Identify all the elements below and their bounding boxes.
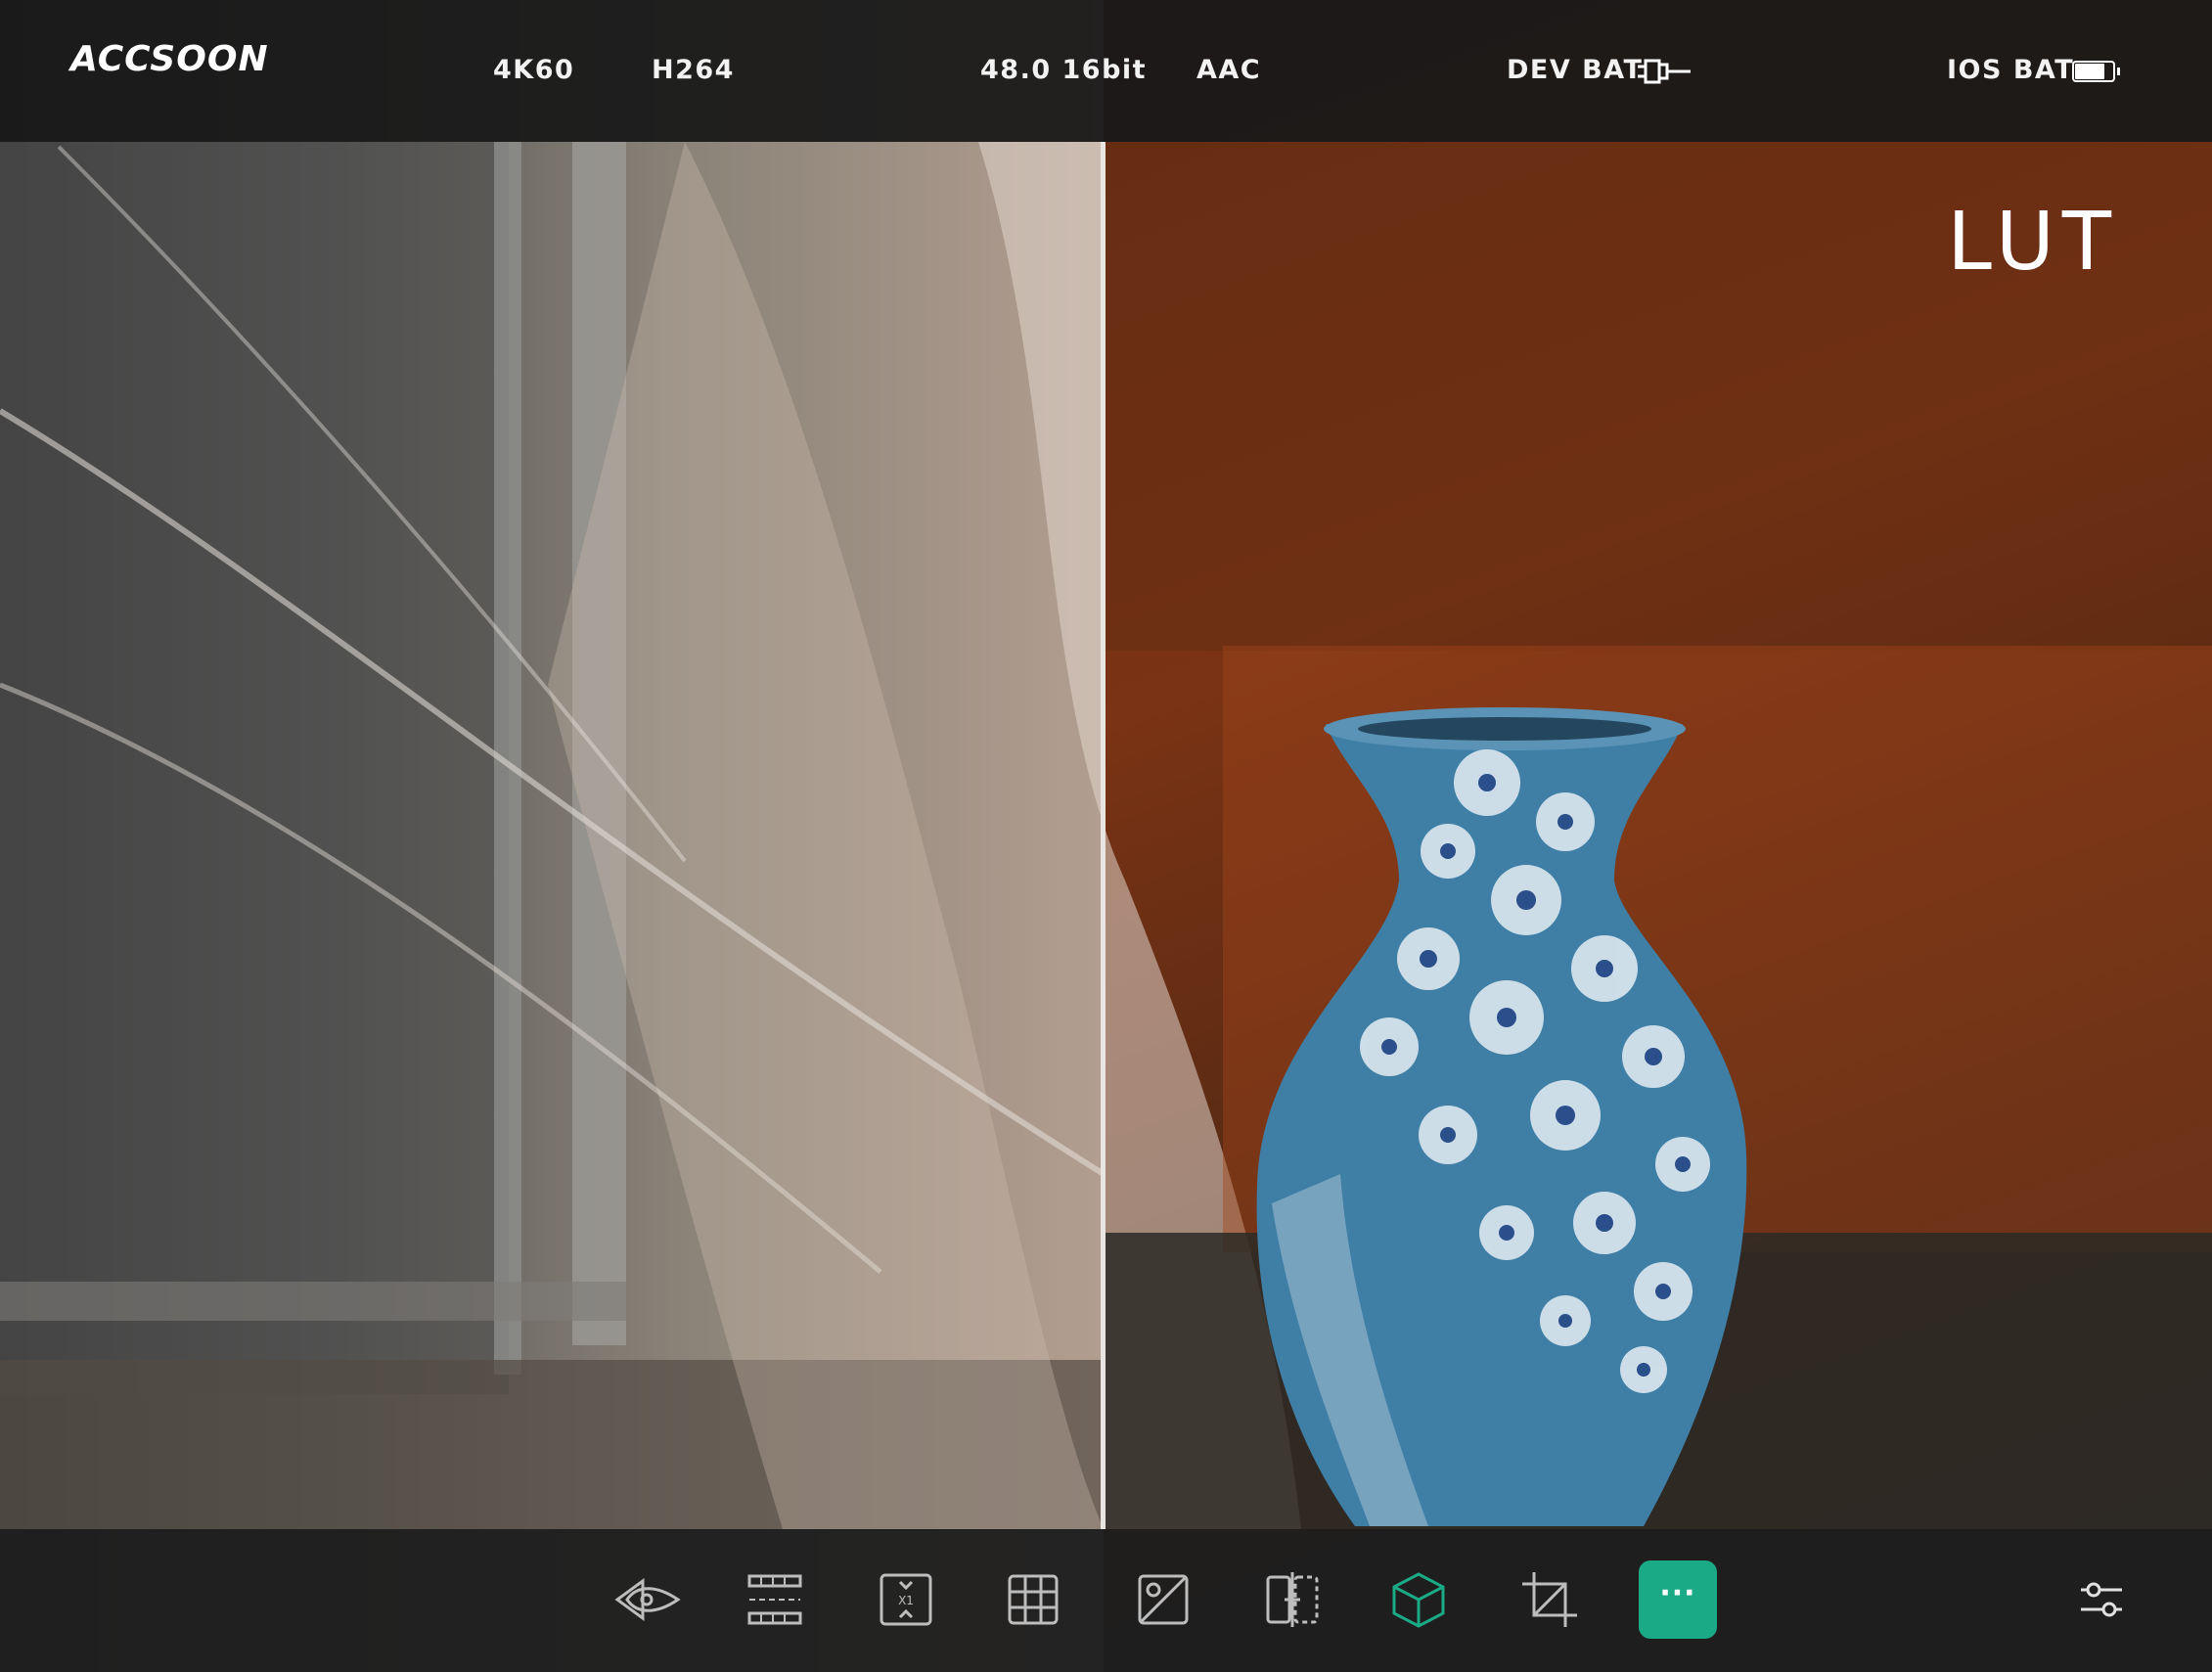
codec-readout: H264 <box>652 55 735 85</box>
focus-peaking-button[interactable] <box>609 1560 687 1639</box>
brand-logo: ACCSOON <box>70 39 269 79</box>
camera-preview[interactable] <box>0 0 2212 1672</box>
audio-rate-readout: 48.0 16bit <box>980 55 1148 85</box>
crop-button[interactable] <box>1511 1560 1589 1639</box>
dev-battery-plug-icon <box>1638 59 1691 84</box>
desqueeze-x1-icon: X1 <box>880 1573 932 1626</box>
desqueeze-button[interactable]: X1 <box>867 1560 945 1639</box>
dev-bat-label: DEV BAT <box>1507 55 1644 85</box>
false-color-button[interactable] <box>736 1560 814 1639</box>
more-button[interactable]: ··· <box>1639 1560 1717 1639</box>
split-compare-button[interactable] <box>1253 1560 1332 1639</box>
diamond-eye-icon <box>614 1578 681 1621</box>
audio-codec-readout: AAC <box>1196 55 1262 85</box>
bottom-toolbar <box>0 1529 2212 1672</box>
stripes-icon <box>747 1574 802 1625</box>
ios-bat-label: IOS BAT <box>1947 55 2075 85</box>
desqueeze-ratio-label: X1 <box>898 1594 914 1607</box>
lut-button[interactable] <box>1379 1560 1458 1639</box>
lut-mode-label: LUT <box>1947 196 2119 289</box>
status-bar: ACCSOON 4K60 H264 48.0 16bit AAC DEV BAT… <box>0 0 2212 142</box>
split-divider[interactable] <box>1101 142 1106 1529</box>
crop-icon <box>1522 1572 1577 1627</box>
sliders-icon <box>2081 1582 2122 1617</box>
grid-button[interactable] <box>994 1560 1072 1639</box>
split-view-icon <box>1266 1572 1319 1627</box>
exposure-icon <box>1138 1574 1189 1625</box>
exposure-button[interactable] <box>1124 1560 1202 1639</box>
cube-icon <box>1392 1572 1445 1628</box>
preview-scene <box>0 142 2212 1531</box>
ios-battery-icon <box>2072 61 2120 82</box>
resolution-readout: 4K60 <box>493 55 575 85</box>
more-icon: ··· <box>1659 1575 1696 1610</box>
settings-button[interactable] <box>2062 1560 2141 1639</box>
grid-icon <box>1008 1574 1059 1625</box>
